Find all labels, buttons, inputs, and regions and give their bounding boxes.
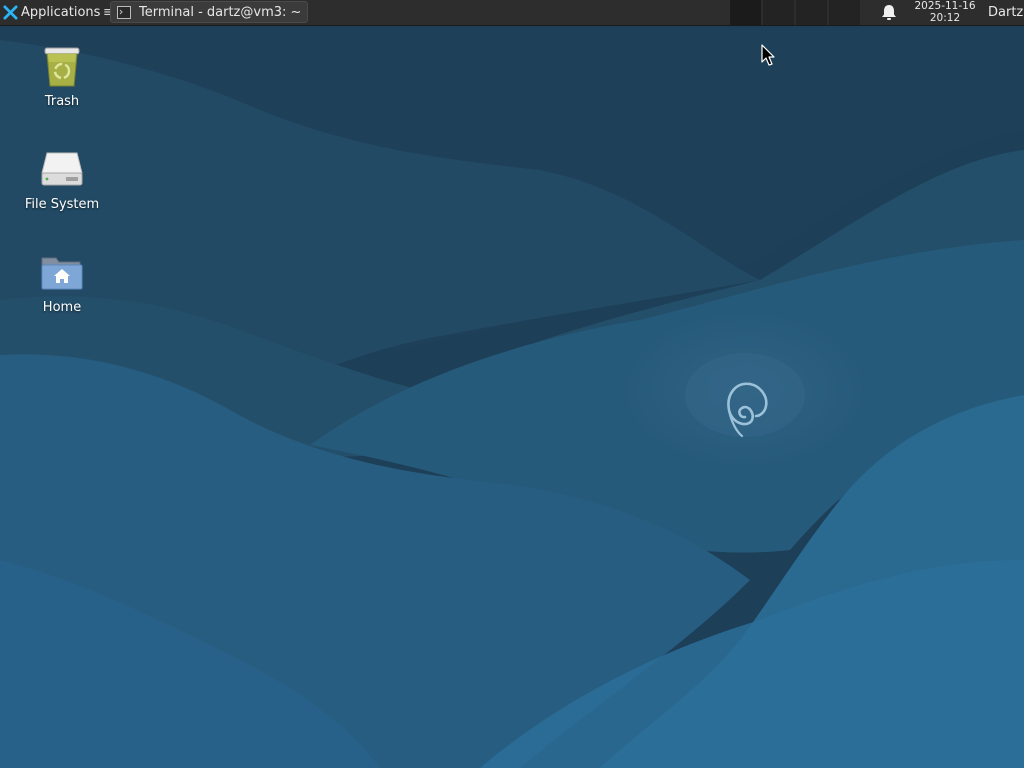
xfce-logo-icon (3, 5, 18, 20)
workspace-1[interactable] (730, 0, 763, 25)
desktop-icon-label: File System (24, 197, 100, 212)
workspace-4[interactable] (829, 0, 862, 25)
debian-swirl-logo (727, 382, 768, 438)
bell-icon[interactable] (880, 4, 898, 21)
top-panel: Applications ≡ Terminal - dartz@vm3: ~ 2… (0, 0, 1024, 26)
desktop-icon-label: Trash (44, 94, 80, 109)
terminal-icon (117, 5, 131, 19)
applications-menu-label: Applications (21, 5, 101, 20)
trash-icon (44, 47, 80, 87)
wallpaper (0, 0, 1024, 768)
desktop-icon-file-system[interactable]: File System (10, 145, 114, 212)
applications-menu-button[interactable]: Applications (0, 0, 102, 25)
workspace-switcher (730, 0, 862, 25)
taskbar-button-label: Terminal - dartz@vm3: ~ (139, 4, 302, 20)
clock-date: 2025-11-16 (914, 0, 976, 12)
home-folder-icon (41, 257, 83, 290)
desktop-icon-home[interactable]: Home (10, 248, 114, 315)
user-menu-button[interactable]: Dartz (988, 0, 1023, 25)
drive-icon (41, 152, 83, 186)
clock-time: 20:12 (929, 11, 961, 24)
desktop-icon-label: Home (42, 300, 82, 315)
workspace-3[interactable] (796, 0, 829, 25)
workspace-2[interactable] (763, 0, 796, 25)
panel-clock[interactable]: 2025-11-16 20:12 (908, 0, 982, 24)
desktop-screen: Applications ≡ Terminal - dartz@vm3: ~ 2… (0, 0, 1024, 768)
taskbar-button-terminal[interactable]: Terminal - dartz@vm3: ~ (110, 1, 308, 23)
mouse-pointer-icon (761, 44, 775, 66)
desktop-icon-trash[interactable]: Trash (10, 42, 114, 109)
